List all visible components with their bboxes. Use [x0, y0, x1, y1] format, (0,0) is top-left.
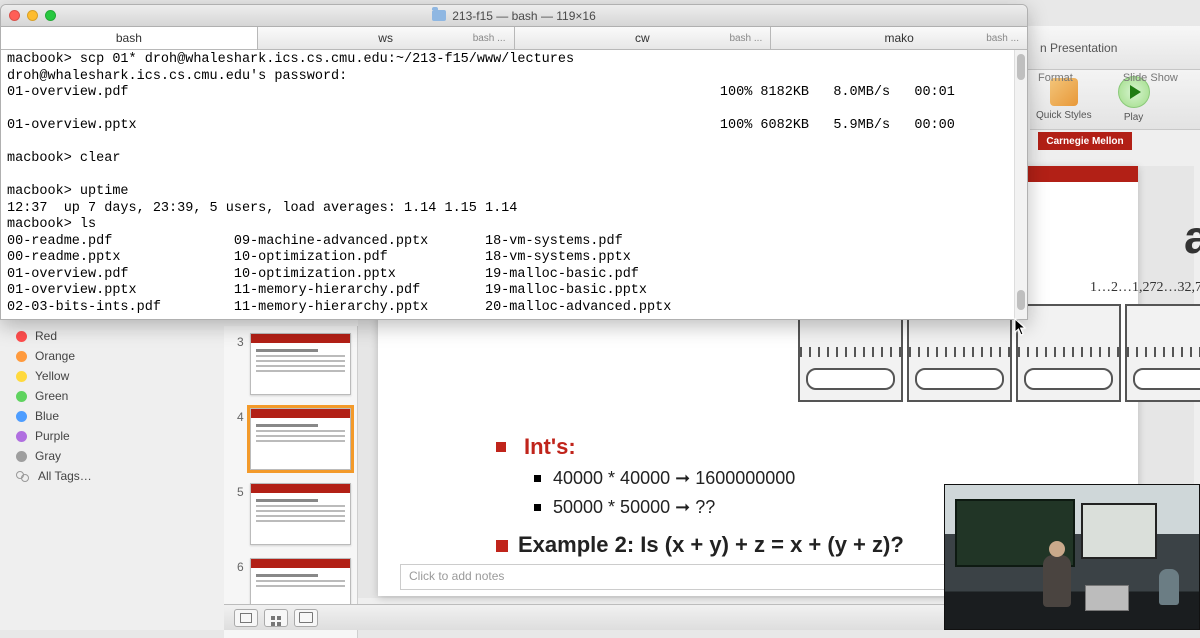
tag-blue[interactable]: Blue [2, 406, 217, 426]
tag-label: Gray [35, 449, 61, 463]
terminal-tab-cw[interactable]: cw bash ... [515, 27, 772, 49]
all-tags-icon [16, 471, 30, 482]
ints-heading: Int's: [524, 434, 576, 460]
tag-dot-icon [16, 411, 27, 422]
tag-dot-icon [16, 351, 27, 362]
minimize-icon[interactable] [27, 10, 38, 21]
tag-label: All Tags… [38, 469, 92, 483]
webcam-pip [944, 484, 1200, 630]
zoom-icon[interactable] [45, 10, 56, 21]
thumb-3[interactable]: 3 [224, 330, 357, 405]
tag-gray[interactable]: Gray [2, 446, 217, 466]
tab-sublabel: bash ... [473, 33, 506, 44]
example-2: Example 2: Is (x + y) + z = x + (y + z)? [518, 532, 904, 557]
terminal-output[interactable]: macbook> scp 01* droh@whaleshark.ics.cs.… [1, 50, 1014, 319]
terminal-tab-mako[interactable]: mako bash ... [771, 27, 1027, 49]
terminal-tab-ws[interactable]: ws bash ... [258, 27, 515, 49]
folder-icon [432, 10, 446, 21]
thumb-number: 3 [230, 333, 244, 395]
terminal-titlebar[interactable]: 213-f15 — bash — 119×16 [1, 5, 1027, 27]
thumb-preview [250, 483, 351, 545]
tag-green[interactable]: Green [2, 386, 217, 406]
ribbon-tab-visible[interactable]: n Presentation [1030, 36, 1127, 60]
thumb-5[interactable]: 5 [224, 480, 357, 555]
tag-red[interactable]: Red [2, 326, 217, 346]
scrollbar-thumb[interactable] [1017, 290, 1025, 310]
bullet-icon [496, 442, 506, 452]
view-switcher[interactable] [234, 609, 318, 627]
terminal-window[interactable]: 213-f15 — bash — 119×16 bash ws bash ... … [0, 4, 1028, 320]
terminal-scrollbar[interactable] [1014, 50, 1027, 319]
window-controls[interactable] [1, 10, 56, 21]
tag-all[interactable]: All Tags… [2, 466, 217, 486]
thumb-number: 4 [230, 408, 244, 470]
terminal-body[interactable]: macbook> scp 01* droh@whaleshark.ics.cs.… [1, 50, 1027, 319]
thumb-preview [250, 408, 351, 470]
tag-dot-icon [16, 451, 27, 462]
slide-title-fragment: als [1184, 210, 1200, 264]
view-sorter-button[interactable] [264, 609, 288, 627]
tag-dot-icon [16, 331, 27, 342]
play-label: Play [1124, 112, 1143, 123]
thumb-preview [250, 333, 351, 395]
tag-label: Green [35, 389, 68, 403]
tag-label: Red [35, 329, 57, 343]
subbullet-icon [534, 504, 541, 511]
bullet-1: 40000 * 40000 ➞ 1600000000 [553, 468, 795, 489]
quick-styles-label: Quick Styles [1036, 110, 1092, 121]
tab-label: bash [116, 31, 142, 45]
terminal-tabs[interactable]: bash ws bash ... cw bash ... mako bash ... [1, 27, 1027, 50]
tag-label: Blue [35, 409, 59, 423]
view-slideshow-button[interactable] [294, 609, 318, 627]
terminal-tab-bash[interactable]: bash [1, 27, 258, 49]
mouse-cursor-icon [1014, 318, 1028, 336]
tags-sidebar: Red Orange Yellow Green Blue Purple Gray… [2, 326, 217, 486]
tag-purple[interactable]: Purple [2, 426, 217, 446]
thumb-number: 5 [230, 483, 244, 545]
terminal-title: 213-f15 — bash — 119×16 [1, 9, 1027, 23]
ribbon-group-slideshow: Slide Show [1123, 72, 1178, 84]
tab-sublabel: bash ... [729, 33, 762, 44]
ribbon-group-format: Format [1038, 72, 1073, 84]
scrollbar-thumb[interactable] [1017, 54, 1025, 80]
slide-body: Int's: 40000 * 40000 ➞ 1600000000 50000 … [496, 434, 904, 558]
thumb-4[interactable]: 4 [224, 405, 357, 480]
brand-badge: Carnegie Mellon [1038, 132, 1132, 150]
tab-label: cw [635, 31, 650, 45]
tag-orange[interactable]: Orange [2, 346, 217, 366]
comic-caption: 1…2…1,272…32,766… [1090, 280, 1200, 296]
bullet-icon [496, 540, 508, 552]
close-icon[interactable] [9, 10, 20, 21]
tag-dot-icon [16, 391, 27, 402]
notes-pane[interactable]: Click to add notes [400, 564, 954, 590]
tab-sublabel: bash ... [986, 33, 1019, 44]
tab-label: mako [884, 31, 913, 45]
tag-label: Orange [35, 349, 75, 363]
view-normal-button[interactable] [234, 609, 258, 627]
tag-yellow[interactable]: Yellow [2, 366, 217, 386]
tag-dot-icon [16, 371, 27, 382]
tag-label: Purple [35, 429, 70, 443]
bullet-2: 50000 * 50000 ➞ ?? [553, 497, 715, 518]
subbullet-icon [534, 475, 541, 482]
tag-dot-icon [16, 431, 27, 442]
slide-thumbnails[interactable]: 3 4 5 6 [224, 326, 358, 638]
tab-label: ws [378, 31, 393, 45]
tag-label: Yellow [35, 369, 69, 383]
terminal-title-text: 213-f15 — bash — 119×16 [452, 9, 596, 23]
